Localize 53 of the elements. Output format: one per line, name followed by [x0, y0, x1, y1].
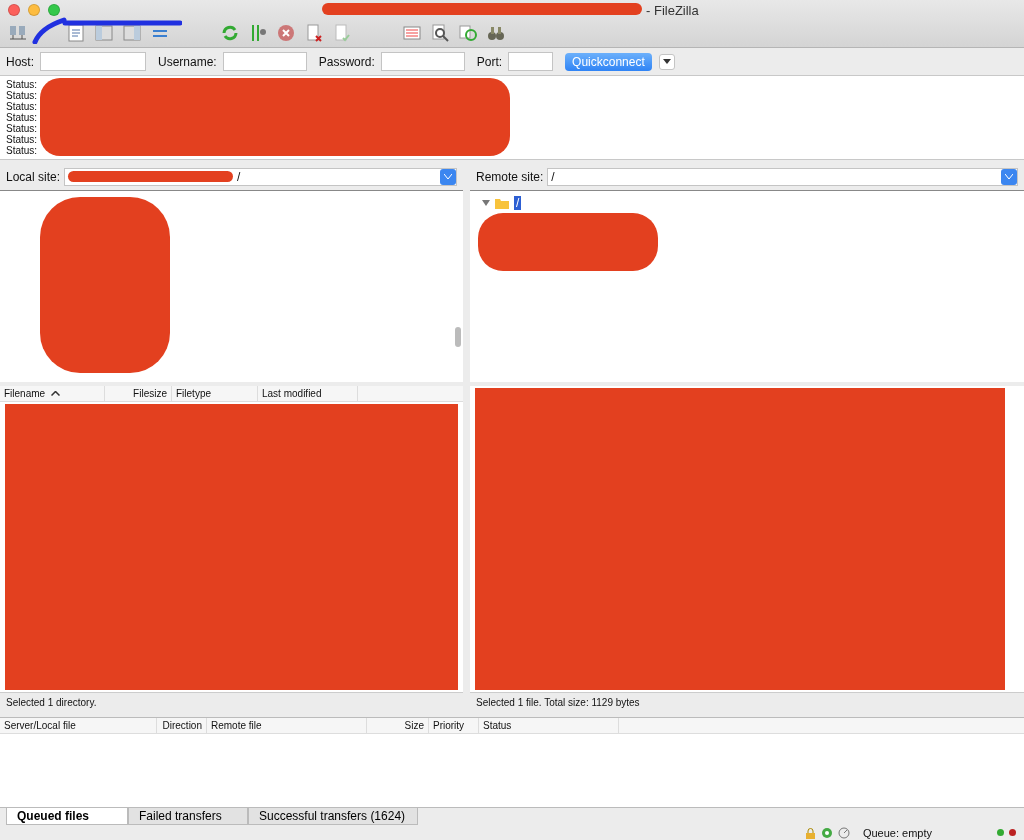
status-light-icon [1009, 829, 1016, 836]
path-text: / [551, 169, 555, 184]
queue-tab[interactable]: Successful transfers (1624) [248, 808, 418, 825]
input-field[interactable] [40, 52, 146, 71]
remote-status-text: Selected 1 file. Total size: 1129 bytes [470, 692, 1024, 712]
field-label: Port: [476, 54, 503, 69]
input-field[interactable] [380, 52, 465, 71]
column-header[interactable]: Direction [157, 718, 207, 733]
log-label: Status: [6, 101, 39, 112]
caret-icon [1005, 174, 1013, 179]
column-header[interactable]: Remote file [207, 718, 367, 733]
field-label: Host: [6, 54, 34, 69]
column-header[interactable]: Status [479, 718, 619, 733]
tree-item[interactable]: / [514, 196, 522, 210]
local-site-field[interactable]: / [64, 167, 457, 186]
field-label: Username: [158, 54, 217, 69]
local-site-label: Local site: [6, 169, 61, 184]
log-label: Status: [6, 90, 39, 101]
caret-icon [662, 59, 671, 64]
queue-status-text: Queue: empty [862, 826, 932, 839]
column-header[interactable]: Priority [429, 718, 479, 733]
field-label: Password: [318, 54, 375, 69]
column-header[interactable]: Filetype [172, 386, 258, 401]
column-header[interactable]: Filesize [105, 386, 172, 401]
local-status-text: Selected 1 directory. [0, 692, 463, 712]
minimize-button[interactable] [28, 4, 40, 16]
scrollbar-thumb[interactable] [455, 327, 461, 347]
log-label: Status: [6, 134, 39, 145]
window-title: - FileZilla [646, 3, 699, 18]
column-header[interactable]: Last modified [258, 386, 358, 401]
expand-arrow-icon[interactable] [482, 199, 490, 207]
input-field[interactable] [222, 52, 307, 71]
lock-icon [804, 826, 816, 839]
close-button[interactable] [8, 4, 20, 16]
log-label: Status: [6, 79, 39, 90]
queue-tab[interactable]: Queued files [6, 808, 128, 825]
log-label: Status: [6, 123, 39, 134]
column-header[interactable]: Filename [0, 386, 105, 401]
zoom-button[interactable] [48, 4, 60, 16]
dropdown-button[interactable] [658, 53, 675, 70]
speed-gauge-icon [837, 826, 850, 839]
queue-tab[interactable]: Failed transfers [128, 808, 248, 825]
log-label: Status: [6, 112, 39, 123]
path-text: / [237, 169, 241, 184]
log-label: Status: [6, 145, 39, 156]
remote-site-field[interactable]: / [547, 167, 1018, 186]
status-light-icon [997, 829, 1004, 836]
caret-icon [444, 174, 452, 179]
folder-icon [495, 197, 509, 209]
column-header[interactable]: Server/Local file [0, 718, 157, 733]
remote-site-label: Remote site: [476, 169, 544, 184]
input-field[interactable] [508, 52, 554, 71]
column-header[interactable]: Size [367, 718, 429, 733]
